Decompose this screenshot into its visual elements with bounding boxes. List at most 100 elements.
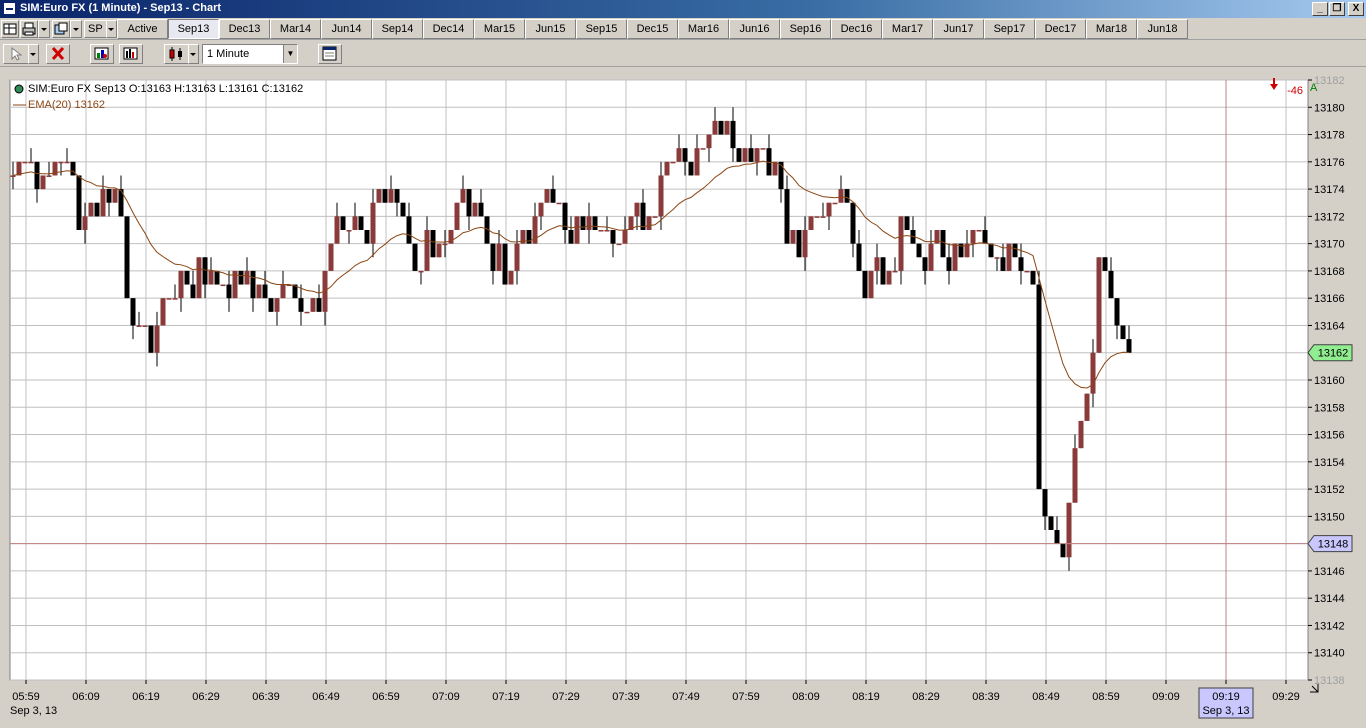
x-tick-label: 07:09 — [432, 691, 460, 703]
candle-body — [1066, 502, 1072, 558]
tab-mar14[interactable]: Mar14 — [270, 19, 321, 39]
candle-body — [1084, 393, 1090, 421]
candle-body — [442, 243, 448, 246]
tab-sep13[interactable]: Sep13 — [168, 19, 219, 39]
candle — [1036, 270, 1042, 490]
candle — [412, 243, 418, 271]
cursor-date-label: Sep 3, 13 — [1202, 705, 1249, 717]
y-tick-label: 13144 — [1314, 593, 1345, 605]
candle — [1024, 270, 1030, 273]
properties-icon[interactable] — [318, 44, 342, 64]
candle-body — [436, 243, 442, 258]
tab-sep15[interactable]: Sep15 — [576, 19, 627, 39]
candle — [976, 230, 982, 232]
tab-sep16[interactable]: Sep16 — [780, 19, 831, 39]
candle — [340, 216, 346, 230]
close-button[interactable]: X — [1348, 2, 1364, 16]
candle-body — [196, 257, 202, 299]
candle-body — [238, 270, 244, 285]
candle-body — [736, 148, 742, 162]
tab-dec13[interactable]: Dec13 — [219, 19, 270, 39]
tab-dec14[interactable]: Dec14 — [423, 19, 474, 39]
candle-body — [772, 161, 778, 176]
tab-sep17[interactable]: Sep17 — [984, 19, 1035, 39]
series-status-icon — [14, 84, 24, 94]
candle-body — [898, 216, 904, 271]
interval-select[interactable]: 1 Minute ▼ — [202, 44, 298, 64]
y-tick-label: 13176 — [1314, 157, 1345, 169]
candle-body — [754, 148, 760, 162]
print-icon[interactable] — [20, 20, 38, 38]
candle-body — [946, 257, 952, 271]
tab-dec17[interactable]: Dec17 — [1035, 19, 1086, 39]
candle-body — [298, 298, 304, 312]
tab-mar15[interactable]: Mar15 — [474, 19, 525, 39]
tab-dec16[interactable]: Dec16 — [831, 19, 882, 39]
tab-sep14[interactable]: Sep14 — [372, 19, 423, 39]
candle-body — [1018, 257, 1024, 271]
tab-mar16[interactable]: Mar16 — [678, 19, 729, 39]
candle-body — [880, 257, 886, 285]
tab-jun15[interactable]: Jun15 — [525, 19, 576, 39]
candle-body — [850, 202, 856, 244]
remove-icon[interactable] — [46, 44, 70, 64]
pointer-dropdown-icon[interactable] — [28, 44, 39, 64]
app-icon — [3, 2, 16, 15]
instrument-dropdown-icon[interactable] — [106, 20, 117, 38]
candle — [310, 298, 316, 312]
restore-button[interactable]: ❐ — [1329, 2, 1345, 16]
pnl-label: -46 — [1287, 85, 1303, 97]
candle — [988, 243, 994, 258]
tab-dec15[interactable]: Dec15 — [627, 19, 678, 39]
candle-body — [748, 148, 754, 162]
chart-grid-icon[interactable] — [1, 20, 19, 38]
candle-body — [868, 270, 874, 299]
minimize-button[interactable]: _ — [1312, 2, 1328, 16]
candle — [904, 216, 910, 230]
candle-body — [790, 230, 796, 244]
candle-body — [670, 161, 676, 164]
candle-body — [874, 257, 880, 271]
pointer-icon[interactable] — [3, 44, 29, 64]
print-dropdown-icon[interactable] — [38, 20, 50, 38]
candle — [400, 202, 406, 217]
auto-scale-label[interactable]: A — [1310, 82, 1318, 94]
instrument-selector[interactable]: SP — [84, 20, 108, 38]
candle-body — [808, 216, 814, 230]
tab-active[interactable]: Active — [117, 19, 168, 39]
candle-body — [700, 148, 706, 150]
tab-jun17[interactable]: Jun17 — [933, 19, 984, 39]
link-dropdown-icon[interactable] — [70, 20, 82, 38]
chart-header-line: SIM:Euro FX Sep13 O:13163 H:13163 L:1316… — [28, 83, 304, 95]
price-chart[interactable]: 13138 13140 13142 13144 13146 13148 13150 13152… — [0, 68, 1366, 728]
x-tick-label: 06:29 — [192, 691, 220, 703]
tab-mar17[interactable]: Mar17 — [882, 19, 933, 39]
tab-jun18[interactable]: Jun18 — [1137, 19, 1188, 39]
candle-body — [172, 298, 178, 300]
data-box-icon[interactable] — [90, 44, 114, 64]
candle-body — [88, 202, 94, 217]
y-tick-label: 13150 — [1314, 511, 1345, 523]
tab-mar18[interactable]: Mar18 — [1086, 19, 1137, 39]
chart-style-dropdown-icon[interactable] — [188, 44, 199, 64]
candle-body — [76, 175, 82, 230]
tab-jun14[interactable]: Jun14 — [321, 19, 372, 39]
candle-body — [148, 325, 154, 353]
candlestick-style-icon[interactable] — [164, 44, 190, 64]
candle-body — [160, 298, 166, 326]
instrument-link-icon[interactable] — [52, 20, 70, 38]
candle — [880, 257, 886, 285]
tab-jun16[interactable]: Jun16 — [729, 19, 780, 39]
indicators-icon[interactable] — [119, 44, 143, 64]
chart-panel[interactable]: 13138 13140 13142 13144 13146 13148 13150 13152… — [0, 68, 1366, 728]
candle-body — [940, 230, 946, 258]
candle-body — [178, 270, 184, 299]
x-tick-label: 07:59 — [732, 691, 760, 703]
candle-body — [724, 120, 730, 135]
candle — [508, 270, 514, 285]
candle — [736, 148, 742, 162]
candle-body — [364, 230, 370, 244]
candle-body — [586, 216, 592, 230]
x-tick-label: 08:59 — [1092, 691, 1120, 703]
y-tick-label: 13168 — [1314, 266, 1345, 278]
